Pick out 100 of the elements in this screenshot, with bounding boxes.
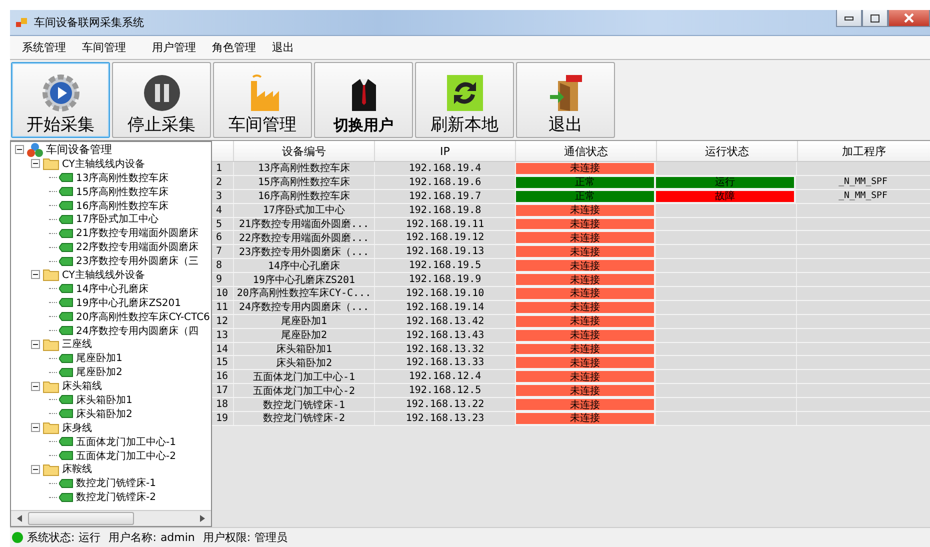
status-value: 运行 [78, 530, 101, 545]
folder-icon [43, 462, 59, 476]
status-cell: 未连接 [515, 370, 655, 384]
tree-item[interactable]: 15序高刚性数控车床 [76, 184, 169, 199]
table-cell: 21序数控专用端面外圆磨... [233, 218, 374, 230]
tree-item[interactable]: 床身线 [62, 420, 92, 435]
tree-item[interactable]: CY主轴线线内设备 [62, 156, 145, 171]
toolbar-button[interactable]: 切换用户 [314, 62, 413, 138]
tag-icon [59, 492, 73, 502]
tag-icon [59, 326, 73, 336]
tag-icon [59, 354, 73, 363]
horizontal-scrollbar[interactable] [11, 510, 211, 526]
tree-item[interactable]: 21序数控专用端面外圆磨床 [76, 226, 199, 240]
table-cell: 23序数控专用外圆磨床（... [233, 245, 374, 258]
tree-item[interactable]: 五面体龙门加工中心-1 [76, 434, 176, 449]
collapse-toggle[interactable] [31, 270, 41, 280]
collapse-toggle[interactable] [31, 159, 41, 168]
column-header[interactable]: 运行状态 [656, 141, 797, 161]
tree-item[interactable]: 17序卧式加工中心 [76, 212, 159, 226]
tree-item[interactable]: 五面体龙门加工中心-2 [76, 448, 176, 463]
tag-icon [59, 256, 73, 266]
tree-item[interactable]: 19序中心孔磨床ZS201 [76, 296, 182, 310]
column-header[interactable]: 通信状态 [515, 141, 656, 161]
row-number: 2 [215, 176, 224, 189]
tree-item[interactable]: 床头箱线 [62, 379, 102, 394]
table-cell: 16序高刚性数控车床 [233, 190, 374, 203]
tag-icon [59, 368, 73, 377]
collapse-toggle[interactable] [31, 464, 41, 474]
minimize-icon [844, 15, 854, 21]
table-cell: 尾座卧加1 [233, 314, 374, 328]
tag-icon [59, 312, 73, 322]
menu-item[interactable]: 系统管理 [22, 40, 66, 55]
status-cell: 未连接 [515, 384, 655, 398]
tree-item[interactable]: 13序高刚性数控车床 [76, 170, 169, 185]
status-label: 系统状态: [27, 530, 75, 545]
close-icon [903, 13, 915, 23]
tag-icon [59, 451, 73, 460]
tree-item[interactable]: 床鞍线 [62, 462, 92, 476]
collapse-toggle[interactable] [31, 340, 41, 349]
table-cell: 17序卧式加工中心 [233, 204, 374, 217]
tag-icon [59, 187, 73, 196]
tree-item[interactable]: 车间设备管理 [46, 142, 112, 158]
column-header[interactable]: 加工程序 [797, 141, 930, 161]
minimize-button[interactable] [836, 10, 862, 27]
table-cell: 五面体龙门加工中心-2 [233, 384, 374, 398]
tree-item[interactable]: 24序数控专用内圆磨床（四 [76, 324, 199, 338]
tree-item[interactable]: 23序数控专用外圆磨床（三 [76, 254, 199, 268]
menu-item[interactable]: 用户管理 [152, 40, 196, 55]
tag-icon [59, 478, 73, 488]
status-label: 用户名称: [108, 530, 156, 545]
tree-item[interactable]: 数控龙门铣镗床-1 [76, 476, 156, 490]
tree-item[interactable]: 数控龙门铣镗床-2 [76, 490, 156, 504]
status-cell: 未连接 [515, 287, 655, 300]
folder-icon [43, 157, 59, 170]
tree-item[interactable]: 尾座卧加2 [76, 365, 122, 380]
row-number: 5 [215, 218, 224, 230]
status-cell: 未连接 [515, 204, 655, 217]
tag-icon [59, 228, 73, 238]
status-cell: 未连接 [515, 356, 655, 370]
row-number: 17 [215, 384, 230, 398]
menu-item[interactable]: 角色管理 [212, 40, 256, 55]
row-number: 6 [215, 231, 224, 244]
tree-item[interactable]: 尾座卧加1 [76, 351, 122, 366]
tree-item[interactable]: CY主轴线线外设备 [62, 268, 145, 282]
collapse-toggle[interactable] [31, 382, 41, 391]
toolbar-button[interactable]: 退出 [516, 62, 615, 138]
maximize-button[interactable] [862, 10, 888, 27]
toolbar-button[interactable]: 车间管理 [213, 62, 312, 138]
tree-item[interactable]: 22序数控专用端面外圆磨床 [76, 240, 199, 254]
close-button[interactable] [888, 10, 930, 27]
menu-item[interactable]: 退出 [272, 40, 294, 55]
toolbar-button[interactable]: 开始采集 [11, 62, 110, 138]
status-cell: 未连接 [515, 412, 655, 425]
column-header[interactable]: 设备编号 [233, 141, 374, 161]
status-cell: 未连接 [515, 314, 655, 328]
status-cell: 正常 [515, 176, 655, 189]
collapse-toggle[interactable] [15, 145, 25, 154]
folder-icon [43, 380, 59, 393]
row-number: 11 [215, 300, 230, 314]
tree-item[interactable]: 16序高刚性数控车床 [76, 198, 169, 213]
collapse-toggle[interactable] [31, 423, 41, 432]
column-header[interactable]: IP [374, 141, 515, 161]
status-cell: 未连接 [515, 245, 655, 258]
menu-item[interactable]: 车间管理 [82, 40, 126, 55]
tree-item[interactable]: 14序中心孔磨床 [76, 282, 149, 296]
status-cell: 正常 [515, 190, 655, 203]
tree-item[interactable]: 三座线 [62, 337, 92, 352]
tree-item[interactable]: 床头箱卧加1 [76, 392, 132, 407]
folder-icon [43, 421, 59, 434]
tree-item[interactable]: 20序高刚性数控车床CY-CTC6 [76, 310, 210, 324]
table-cell: 床头箱卧加2 [233, 356, 374, 370]
app-icon [16, 16, 28, 28]
table-cell: 19序中心孔磨床ZS201 [233, 273, 374, 286]
row-number: 1 [215, 162, 224, 175]
scroll-right-icon[interactable] [200, 515, 205, 522]
tag-icon [59, 298, 73, 308]
toolbar-button[interactable]: 刷新本地 [415, 62, 514, 138]
scroll-left-icon[interactable] [17, 515, 22, 522]
tree-item[interactable]: 床头箱卧加2 [76, 406, 132, 421]
toolbar-button[interactable]: 停止采集 [112, 62, 211, 138]
